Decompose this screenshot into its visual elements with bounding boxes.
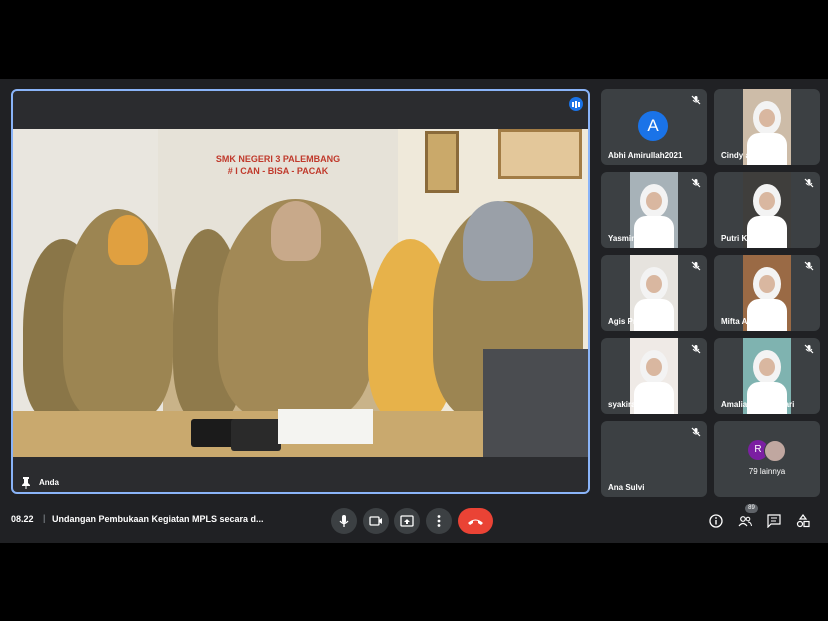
more-participants-label: 79 lainnya xyxy=(748,467,786,476)
end-call-button[interactable] xyxy=(458,508,493,534)
participant-tile[interactable]: Putri Kirani xyxy=(714,172,820,248)
participant-name: Amalia virna lestari xyxy=(721,400,795,409)
participant-tile[interactable]: Ana Sulvi xyxy=(601,421,707,497)
participant-tile[interactable]: Mifta Aaljanah xyxy=(714,255,820,331)
more-participants-tile[interactable]: R 79 lainnya xyxy=(714,421,820,497)
participant-tile[interactable]: Yasmin Annisa xyxy=(601,172,707,248)
info-icon[interactable] xyxy=(709,514,723,528)
participant-tile[interactable]: Amalia virna lestari xyxy=(714,338,820,414)
mic-off-icon xyxy=(691,344,701,354)
participant-name: syakira salsabila xyxy=(608,400,672,409)
people-icon[interactable] xyxy=(738,514,752,528)
meeting-title: Undangan Pembukaan Kegiatan MPLS secara … xyxy=(52,514,264,524)
clock: 08.22 xyxy=(11,514,34,524)
end-call-icon xyxy=(468,519,483,525)
activities-icon[interactable] xyxy=(796,514,810,528)
camera-button[interactable] xyxy=(363,508,389,534)
participant-tile[interactable]: A Abhi Amirullah2021 xyxy=(601,89,707,165)
separator: | xyxy=(43,513,46,523)
banner-line-2: # I CAN - BISA - PACAK xyxy=(227,166,329,176)
main-video-feed: SMK NEGERI 3 PALEMBANG # I CAN - BISA - … xyxy=(13,129,588,457)
participant-name: Yasmin Annisa xyxy=(608,234,665,243)
banner-line-1: SMK NEGERI 3 PALEMBANG xyxy=(215,154,341,164)
bottom-toolbar: 08.22 | Undangan Pembukaan Kegiatan MPLS… xyxy=(0,500,828,543)
participant-count-badge: 89 xyxy=(745,504,758,513)
mic-off-icon xyxy=(691,178,701,188)
mic-icon xyxy=(339,515,349,527)
present-button[interactable] xyxy=(394,508,420,534)
laptop xyxy=(483,349,588,457)
more-options-button[interactable] xyxy=(426,508,452,534)
mic-off-icon xyxy=(691,427,701,437)
mic-off-icon xyxy=(691,261,701,271)
speaking-indicator-icon xyxy=(569,97,583,111)
participant-tile[interactable]: syakira salsabila xyxy=(601,338,707,414)
pin-icon[interactable] xyxy=(21,477,31,489)
more-options-icon xyxy=(437,515,441,527)
avatar xyxy=(764,440,786,462)
present-icon xyxy=(400,515,414,527)
participant-name: Agis Pratiwi xyxy=(608,317,654,326)
participant-name: Putri Kirani xyxy=(721,234,765,243)
mic-off-icon xyxy=(804,344,814,354)
camera-icon xyxy=(369,516,382,526)
avatar: A xyxy=(638,111,668,141)
participant-name: Cindy aleda Putri xyxy=(721,151,787,160)
mic-button[interactable] xyxy=(331,508,357,534)
participant-tile[interactable]: Agis Pratiwi xyxy=(601,255,707,331)
pinned-participant-name: Anda xyxy=(39,478,59,487)
participant-name: Abhi Amirullah2021 xyxy=(608,151,683,160)
participant-tile[interactable]: Cindy aleda Putri xyxy=(714,89,820,165)
mic-off-icon xyxy=(804,178,814,188)
participant-name: Ana Sulvi xyxy=(608,483,645,492)
chat-icon[interactable] xyxy=(767,514,781,528)
participant-name: Mifta Aaljanah xyxy=(721,317,775,326)
main-video-tile[interactable]: SMK NEGERI 3 PALEMBANG # I CAN - BISA - … xyxy=(11,89,590,494)
mic-off-icon xyxy=(804,261,814,271)
mic-off-icon xyxy=(691,95,701,105)
